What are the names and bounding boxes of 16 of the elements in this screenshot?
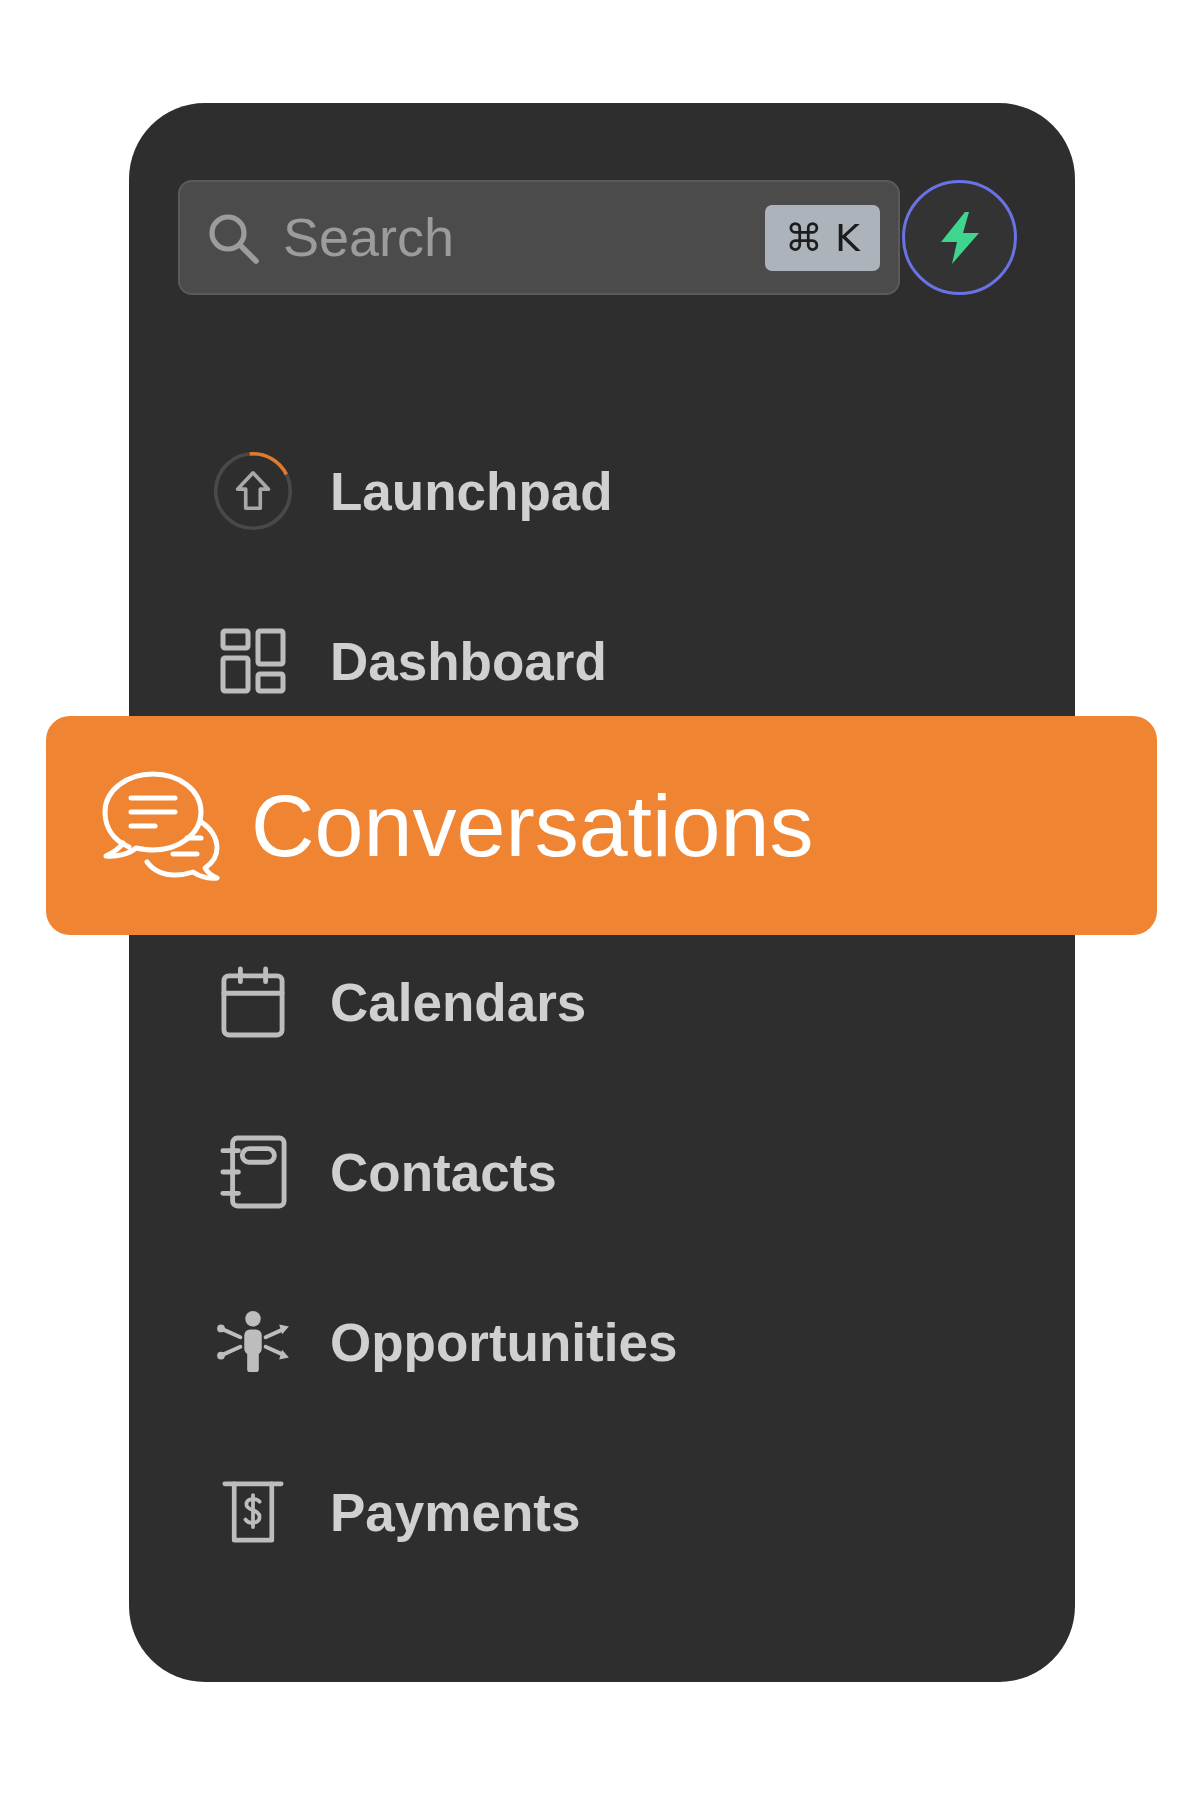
calendar-icon: [221, 966, 285, 1038]
chat-bubbles-icon: [101, 769, 221, 882]
nav-item[interactable]: Opportunities: [178, 1287, 1017, 1397]
shortcut-hint: ⌘ K: [765, 204, 880, 271]
nav-item[interactable]: Payments: [178, 1457, 1017, 1567]
search-input[interactable]: Search: [283, 197, 765, 278]
search-icon: [207, 211, 259, 264]
nav-item[interactable]: Calendars: [178, 947, 1017, 1057]
search-field[interactable]: Search ⌘ K: [178, 180, 900, 295]
nav-item[interactable]: Contacts: [178, 1117, 1017, 1227]
nav-item[interactable]: Launchpad: [178, 436, 1017, 546]
dollar-receipt-icon: [222, 1480, 284, 1544]
grid-icon: [220, 628, 286, 694]
notebook-icon: [219, 1135, 287, 1209]
nav-item[interactable]: Dashboard: [178, 606, 1017, 716]
up-arrow-icon: [235, 471, 271, 511]
